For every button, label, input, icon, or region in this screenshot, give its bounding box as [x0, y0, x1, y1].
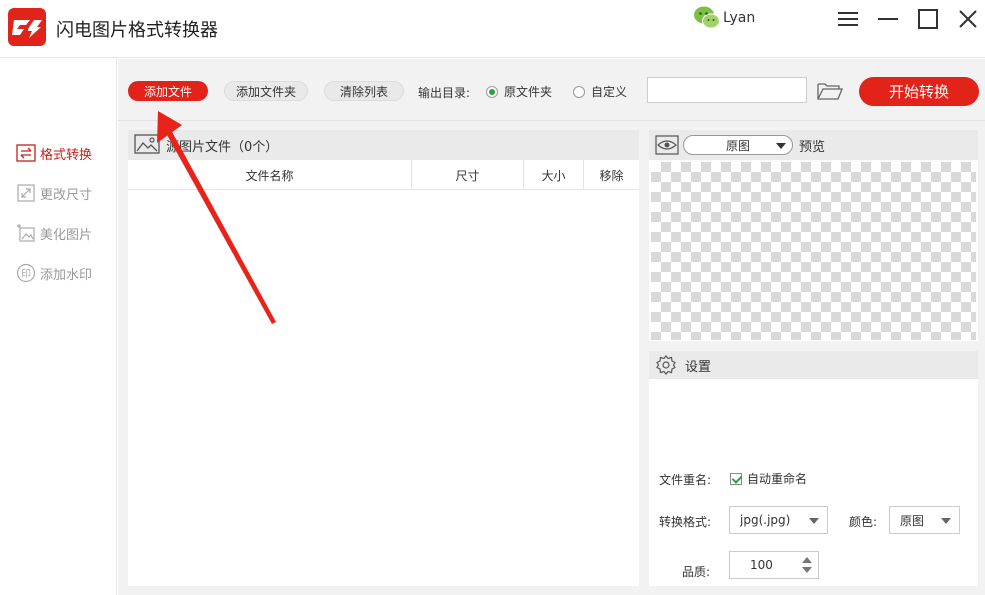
- add-folder-button[interactable]: 添加文件夹: [224, 81, 308, 101]
- column-filename[interactable]: 文件名称: [128, 160, 412, 190]
- sidebar: 格式转换 更改尺寸 美化图片 印 添加水印: [0, 59, 117, 595]
- user-account[interactable]: Lyan: [693, 5, 755, 31]
- radio-label: 原文件夹: [504, 85, 553, 99]
- rename-label: 文件重名:: [659, 473, 712, 487]
- output-path-input[interactable]: [647, 77, 807, 103]
- format-value: jpg(.jpg): [740, 513, 791, 527]
- title-bar: 闪电图片格式转换器 Lyan: [0, 0, 985, 58]
- sidebar-item-beautify[interactable]: 美化图片: [16, 222, 92, 244]
- stepper-up-icon[interactable]: [802, 557, 812, 563]
- preview-mode-select[interactable]: 原图: [683, 135, 793, 155]
- svg-text:印: 印: [21, 268, 31, 280]
- chevron-down-icon: [809, 518, 819, 524]
- main-area: 添加文件 添加文件夹 清除列表 输出目录: 原文件夹 自定义 开始转换 源图片文…: [118, 59, 985, 595]
- settings-panel: 设置 文件重名: 自动重命名 转换格式: jpg(.jpg) 颜色: 原图 品质…: [649, 351, 978, 586]
- start-convert-button[interactable]: 开始转换: [859, 77, 979, 106]
- auto-rename-label: 自动重命名: [747, 472, 808, 486]
- chevron-down-icon: [776, 143, 786, 149]
- color-select[interactable]: 原图: [889, 506, 960, 534]
- sidebar-item-label: 美化图片: [40, 227, 93, 243]
- sidebar-item-label: 添加水印: [40, 267, 93, 283]
- sidebar-item-label: 格式转换: [40, 147, 93, 163]
- add-file-button[interactable]: 添加文件: [128, 81, 208, 101]
- color-label: 颜色:: [849, 515, 878, 529]
- preview-canvas: [651, 162, 976, 340]
- sidebar-item-resize[interactable]: 更改尺寸: [16, 182, 92, 204]
- sidebar-item-watermark[interactable]: 印 添加水印: [16, 262, 92, 284]
- beautify-icon: [16, 223, 36, 243]
- swap-icon: [16, 143, 36, 163]
- menu-icon[interactable]: [837, 8, 859, 30]
- column-size[interactable]: 大小: [524, 160, 584, 190]
- toolbar: 添加文件 添加文件夹 清除列表 输出目录: 原文件夹 自定义 开始转换: [118, 59, 985, 121]
- eye-icon: [655, 135, 679, 155]
- file-list-header: 源图片文件（0个）: [128, 130, 639, 160]
- file-list-title: 源图片文件（0个）: [166, 139, 279, 155]
- clear-list-button[interactable]: 清除列表: [324, 81, 404, 101]
- settings-header: 设置: [649, 351, 978, 379]
- settings-title: 设置: [685, 359, 712, 375]
- radio-dot: [486, 85, 498, 98]
- column-dimensions[interactable]: 尺寸: [412, 160, 524, 190]
- minimize-icon[interactable]: [877, 8, 899, 30]
- gear-icon: [655, 354, 677, 376]
- checkbox-box: [730, 472, 742, 485]
- preview-label: 预览: [799, 139, 826, 155]
- resize-icon: [16, 183, 36, 203]
- stepper-down-icon[interactable]: [802, 567, 812, 573]
- auto-rename-checkbox[interactable]: 自动重命名: [730, 470, 807, 487]
- maximize-icon[interactable]: [917, 8, 939, 30]
- preview-header: 原图 预览: [649, 130, 978, 160]
- radio-custom-folder[interactable]: 自定义: [573, 83, 627, 100]
- format-select[interactable]: jpg(.jpg): [729, 506, 828, 534]
- preview-panel: 原图 预览: [649, 130, 978, 341]
- chevron-down-icon: [941, 518, 951, 524]
- column-remove[interactable]: 移除: [584, 160, 639, 190]
- sidebar-item-label: 更改尺寸: [40, 187, 93, 203]
- quality-label: 品质:: [682, 565, 711, 579]
- format-label: 转换格式:: [659, 515, 712, 529]
- browse-folder-icon[interactable]: [816, 79, 844, 103]
- close-icon[interactable]: [957, 8, 979, 30]
- watermark-icon: 印: [16, 263, 36, 283]
- color-value: 原图: [900, 513, 925, 528]
- quality-stepper[interactable]: 100: [729, 551, 819, 579]
- quality-value: 100: [750, 558, 773, 572]
- preview-mode-value: 原图: [725, 138, 750, 153]
- file-table-header: 文件名称 尺寸 大小 移除: [128, 160, 639, 190]
- radio-original-folder[interactable]: 原文件夹: [486, 83, 552, 100]
- image-icon: [134, 134, 162, 156]
- wechat-avatar-icon: [693, 5, 721, 31]
- app-title: 闪电图片格式转换器: [56, 20, 218, 41]
- radio-dot: [573, 85, 585, 98]
- sidebar-item-format-convert[interactable]: 格式转换: [16, 142, 92, 164]
- file-list-panel: 源图片文件（0个） 文件名称 尺寸 大小 移除: [128, 130, 639, 586]
- radio-label: 自定义: [591, 85, 628, 99]
- output-dir-label: 输出目录:: [418, 86, 471, 100]
- app-logo-icon: [8, 8, 46, 46]
- user-name: Lyan: [723, 10, 756, 26]
